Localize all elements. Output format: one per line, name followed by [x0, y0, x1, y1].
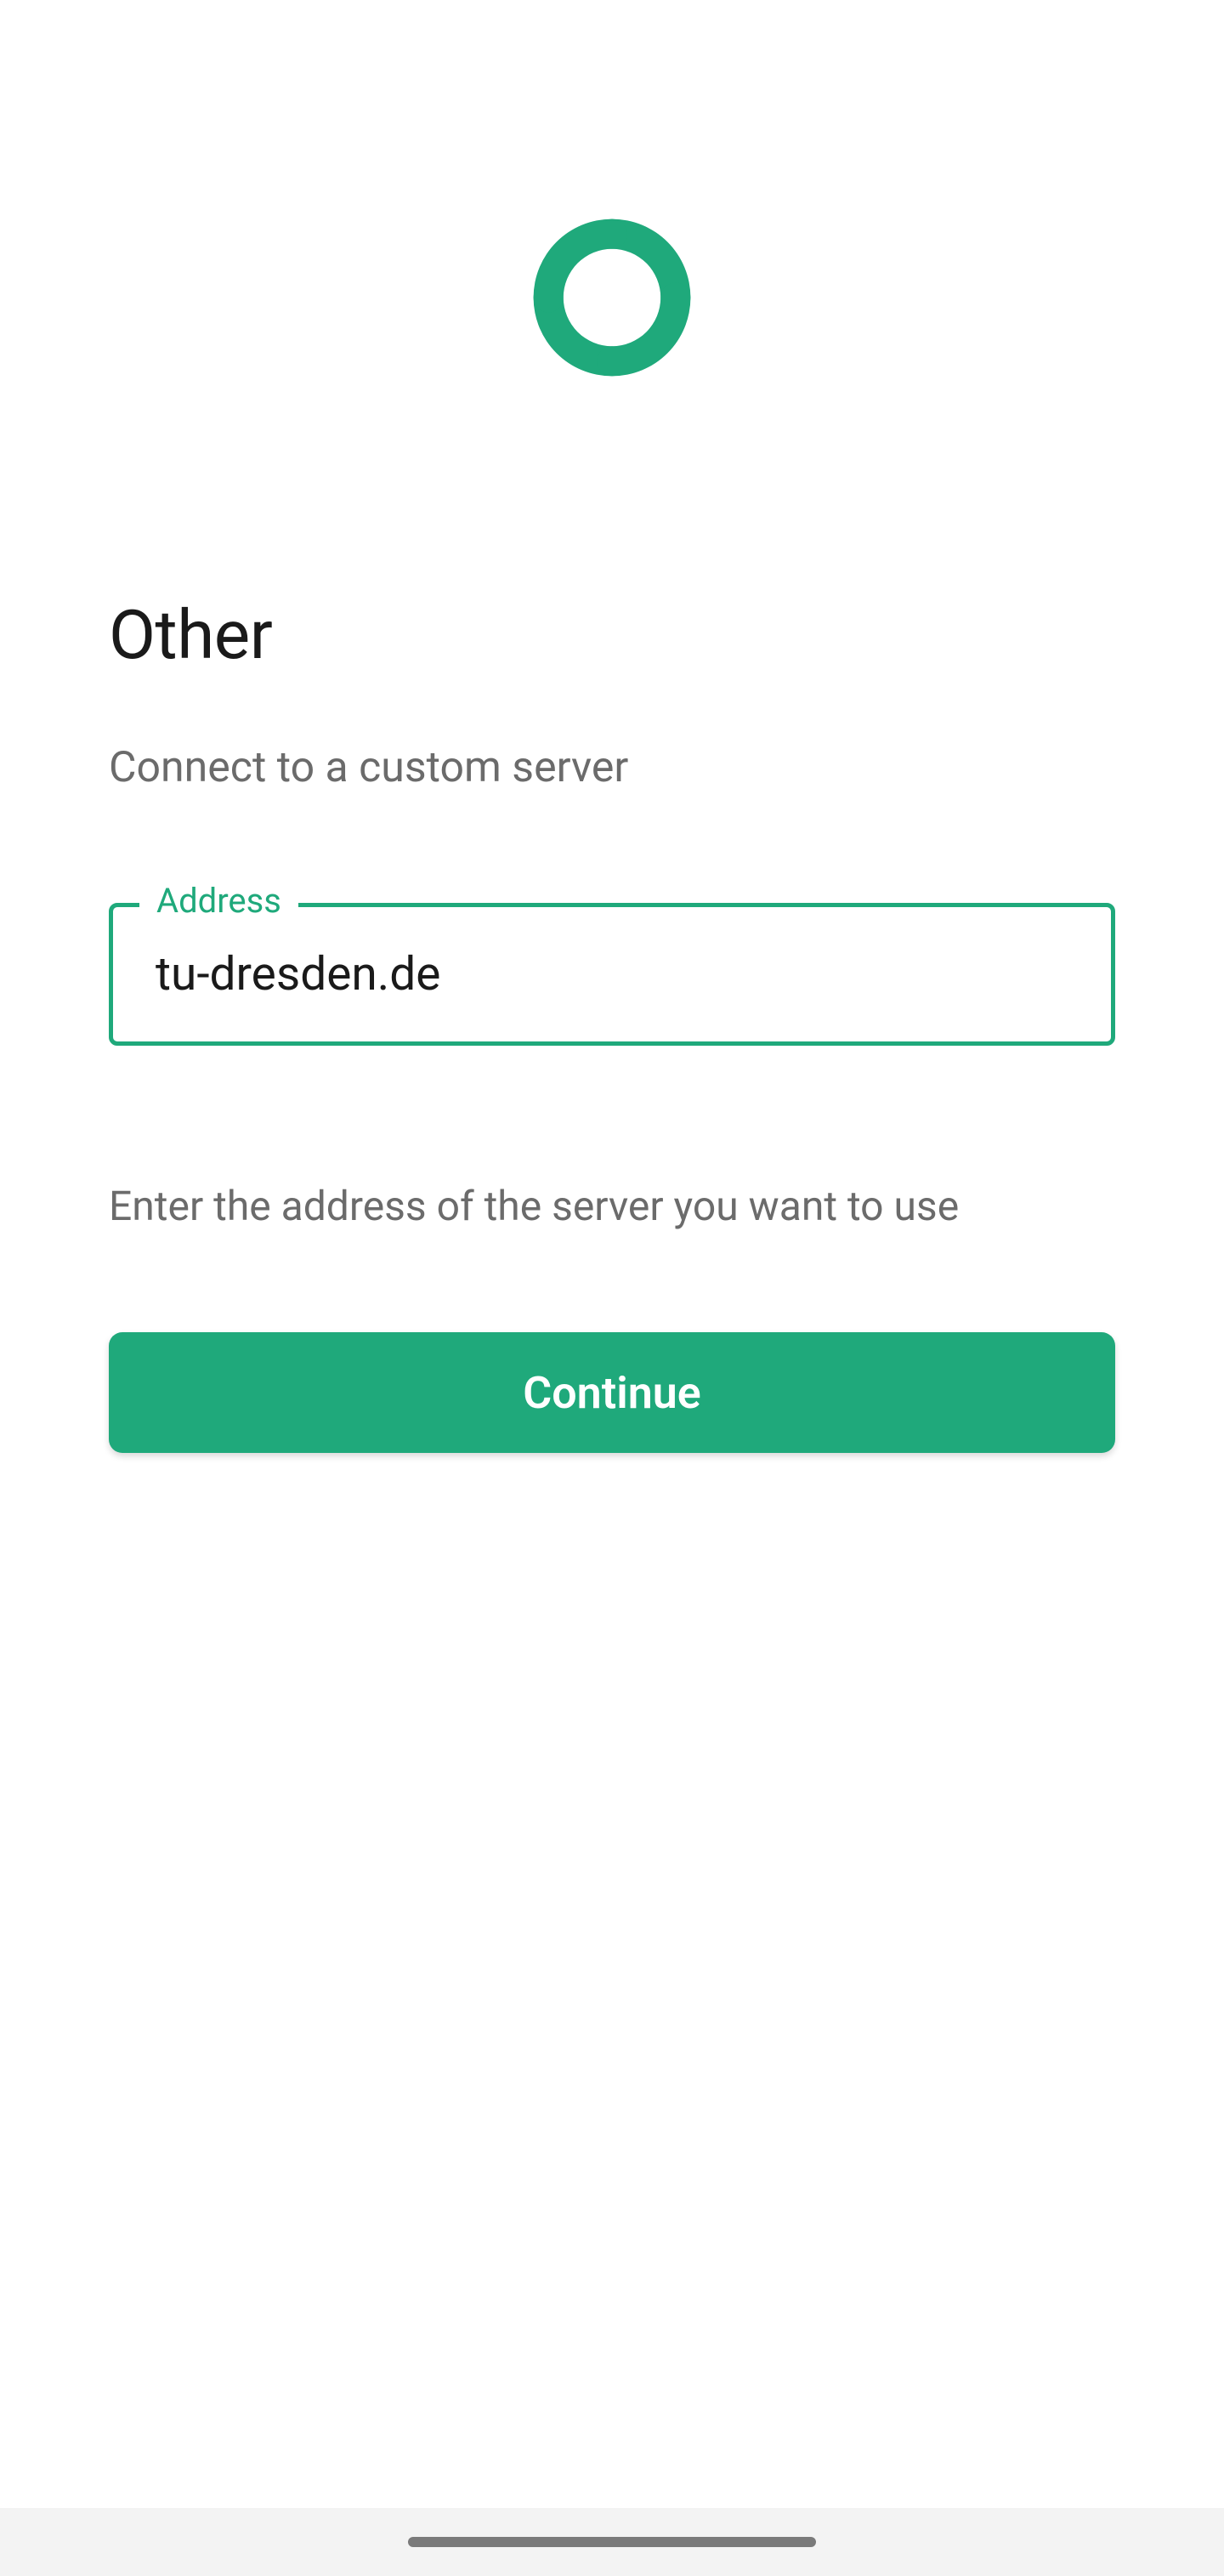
address-input[interactable] [109, 903, 1115, 1046]
continue-button[interactable]: Continue [109, 1332, 1115, 1453]
helper-text: Enter the address of the server you want… [109, 1182, 1115, 1230]
address-input-label: Address [139, 881, 298, 921]
logo-container [0, 0, 1224, 595]
element-logo-icon [518, 204, 706, 391]
page-title: Other [109, 595, 1115, 675]
address-input-container: Address [109, 903, 1115, 1046]
navigation-bar [0, 2508, 1224, 2576]
page-subtitle: Connect to a custom server [109, 743, 1115, 792]
nav-handle-icon[interactable] [408, 2537, 816, 2547]
